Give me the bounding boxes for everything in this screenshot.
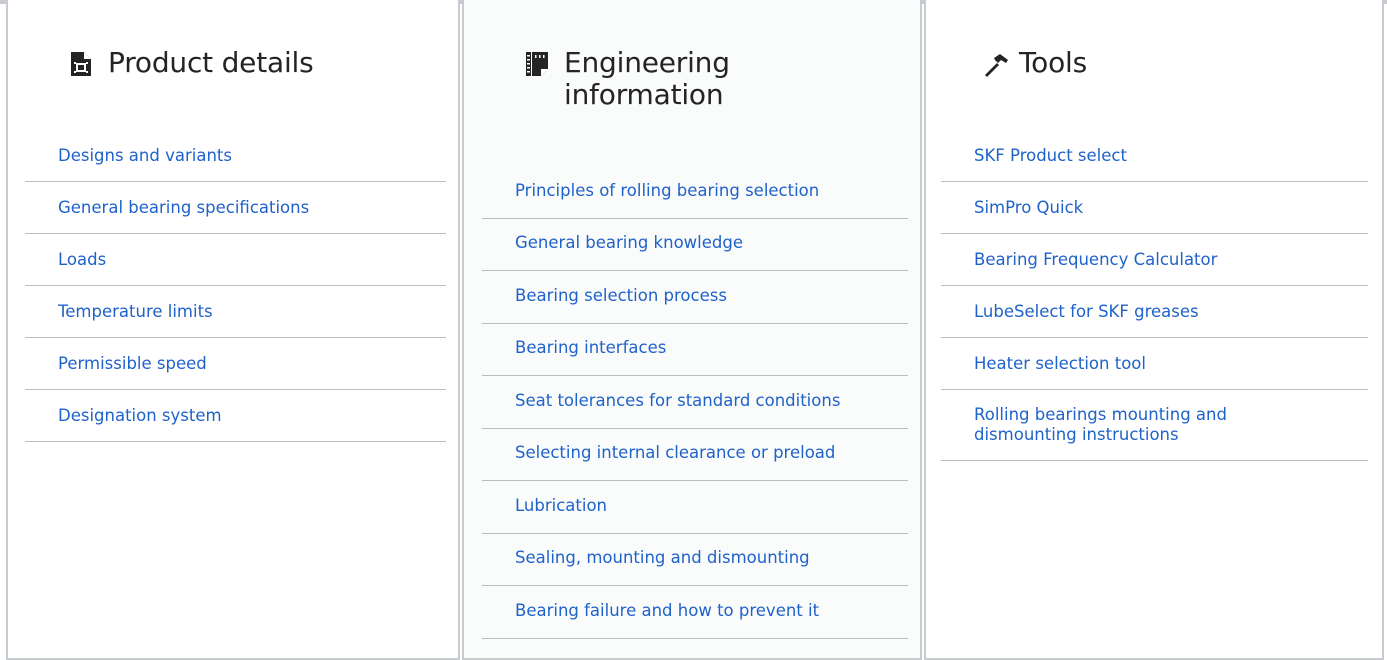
link-mounting-dismounting-instructions[interactable]: Rolling bearings mounting and dismountin… xyxy=(941,390,1368,461)
link-list: Principles of rolling bearing selection … xyxy=(482,166,908,639)
link-simpro-quick[interactable]: SimPro Quick xyxy=(941,182,1368,234)
card-title: Tools xyxy=(1019,46,1087,79)
link-list: SKF Product select SimPro Quick Bearing … xyxy=(941,130,1368,461)
link-bearing-selection-process[interactable]: Bearing selection process xyxy=(482,271,908,324)
link-bearing-interfaces[interactable]: Bearing interfaces xyxy=(482,324,908,376)
tools-card: Tools SKF Product select SimPro Quick Be… xyxy=(924,0,1384,660)
link-selecting-internal-clearance[interactable]: Selecting internal clearance or preload xyxy=(482,429,908,481)
link-temperature-limits[interactable]: Temperature limits xyxy=(25,286,446,338)
link-permissible-speed[interactable]: Permissible speed xyxy=(25,338,446,390)
hammer-icon xyxy=(983,51,1011,83)
card-header: Product details xyxy=(69,47,458,83)
link-general-bearing-specifications[interactable]: General bearing specifications xyxy=(25,182,446,234)
link-loads[interactable]: Loads xyxy=(25,234,446,286)
link-heater-selection-tool[interactable]: Heater selection tool xyxy=(941,338,1368,390)
link-skf-product-select[interactable]: SKF Product select xyxy=(941,130,1368,182)
link-designs-and-variants[interactable]: Designs and variants xyxy=(25,130,446,182)
link-principles-of-rolling-bearing-selection[interactable]: Principles of rolling bearing selection xyxy=(482,166,908,219)
link-lubeselect[interactable]: LubeSelect for SKF greases xyxy=(941,286,1368,338)
card-title: Product details xyxy=(108,46,314,79)
link-lubrication[interactable]: Lubrication xyxy=(482,481,908,534)
ruler-notebook-icon xyxy=(525,51,553,83)
document-icon xyxy=(69,51,97,83)
card-title: Engineering information xyxy=(564,46,730,111)
product-details-card: Product details Designs and variants Gen… xyxy=(6,0,460,660)
card-header: Engineering information xyxy=(525,47,920,111)
link-designation-system[interactable]: Designation system xyxy=(25,390,446,442)
link-bearing-frequency-calculator[interactable]: Bearing Frequency Calculator xyxy=(941,234,1368,286)
link-list: Designs and variants General bearing spe… xyxy=(25,130,446,442)
card-header: Tools xyxy=(983,47,1382,83)
link-sealing-mounting-dismounting[interactable]: Sealing, mounting and dismounting xyxy=(482,534,908,586)
link-general-bearing-knowledge[interactable]: General bearing knowledge xyxy=(482,219,908,271)
link-seat-tolerances[interactable]: Seat tolerances for standard conditions xyxy=(482,376,908,429)
engineering-information-card: Engineering information Principles of ro… xyxy=(462,0,922,660)
link-bearing-failure[interactable]: Bearing failure and how to prevent it xyxy=(482,586,908,639)
